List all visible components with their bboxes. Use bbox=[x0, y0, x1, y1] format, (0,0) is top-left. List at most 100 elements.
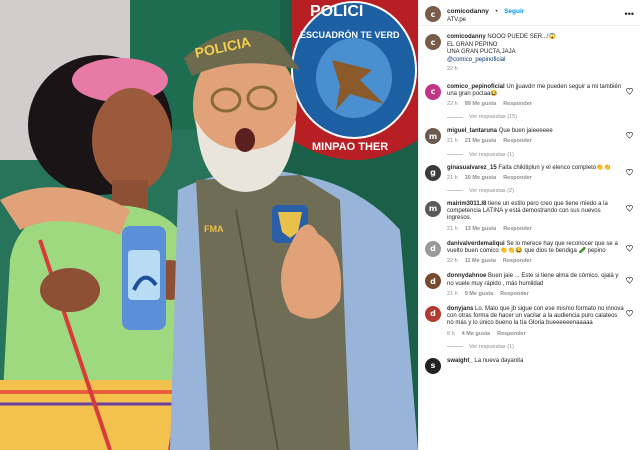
caption-line-2: EL GRAN PEPINO bbox=[447, 41, 498, 48]
comment-body: swaight_ La nueva dayanita bbox=[447, 358, 625, 374]
comment-like-count[interactable]: 13 Me gusta bbox=[465, 226, 496, 233]
replies-divider bbox=[447, 154, 463, 156]
comment-row: c comico_pepinoficial Un jjuavdrr me pued… bbox=[425, 83, 634, 109]
comment-item: m mairim3011.l8 tiene un estilo pero creo… bbox=[425, 200, 634, 233]
replies-divider bbox=[447, 116, 463, 118]
comment-meta: 8 h 4 Me gusta Responder bbox=[447, 331, 625, 338]
reply-button[interactable]: Responder bbox=[497, 331, 526, 338]
comment-avatar[interactable]: m bbox=[425, 200, 441, 217]
comment-time: 8 h bbox=[447, 330, 455, 337]
caption-line-1: NOOO PUEDE SER...!😱 bbox=[487, 34, 557, 40]
comment-like-count[interactable]: 21 Me gusta bbox=[465, 138, 496, 145]
comment-row: d donyjans Lo. Malo que jb sigue con ese … bbox=[425, 305, 634, 338]
comment-like-count[interactable]: 11 Me gusta bbox=[465, 258, 496, 265]
comment-item: c comico_pepinoficial Un jjuavdrr me pued… bbox=[425, 83, 634, 120]
comment-avatar[interactable]: d bbox=[425, 305, 441, 322]
view-replies-button[interactable]: Ver respuestas (1) bbox=[447, 344, 634, 350]
like-heart-icon[interactable] bbox=[626, 168, 633, 176]
like-heart-icon[interactable] bbox=[626, 310, 633, 317]
comment-row: g ginasualvarez_15 Faita chikitiplun y el… bbox=[425, 164, 634, 182]
author-avatar[interactable]: c bbox=[425, 6, 441, 22]
comment-row: m miguel_tantaruna Que buen jaieeeeee 21 h… bbox=[425, 128, 634, 145]
follow-button[interactable]: Seguir bbox=[504, 8, 524, 15]
view-replies-label: Ver respuestas (1) bbox=[469, 343, 514, 350]
comment-like-count[interactable]: 99 Me gusta bbox=[465, 101, 496, 108]
post-header: c comicodanny • Seguir ATV.pe ••• bbox=[419, 0, 640, 26]
crest-ring-text: ESCUADRÓN TE VERD bbox=[300, 29, 400, 40]
comment-like-count[interactable]: 30 Me gusta bbox=[465, 175, 496, 182]
replies-divider bbox=[447, 346, 463, 348]
comment-item: g ginasualvarez_15 Faita chikitiplun y el… bbox=[425, 164, 634, 194]
comment-avatar[interactable]: m bbox=[425, 128, 441, 145]
reply-button[interactable]: Responder bbox=[503, 226, 532, 233]
comment-row: s swaight_ La nueva dayanita bbox=[425, 357, 634, 374]
more-options-icon[interactable]: ••• bbox=[625, 9, 634, 19]
post-photo[interactable]: POLICI ESCUADRÓN TE VERD MINPAO THER FMA… bbox=[0, 0, 418, 450]
comment-username[interactable]: donyjans bbox=[447, 306, 473, 312]
comment-meta: 21 h 13 Me gusta Responder bbox=[447, 226, 625, 233]
reply-button[interactable]: Responder bbox=[503, 258, 532, 265]
comment-item: d donyjans Lo. Malo que jb sigue con ese … bbox=[425, 305, 634, 350]
caption-time: 22 h bbox=[447, 66, 458, 72]
comment-text: Lo. Malo que jb sigue con ese mismo form… bbox=[447, 305, 624, 327]
comment-meta: 22 h 99 Me gusta Responder bbox=[447, 101, 625, 108]
comment-row: m mairim3011.l8 tiene un estilo pero creo… bbox=[425, 200, 634, 233]
comment-item: s swaight_ La nueva dayanita bbox=[425, 357, 634, 374]
like-heart-icon[interactable] bbox=[626, 277, 633, 284]
view-replies-label: Ver respuestas (1) bbox=[469, 151, 514, 158]
caption-mention[interactable]: @comico_pepinoficial bbox=[447, 57, 505, 63]
vest-badge-text: FMA bbox=[204, 224, 224, 234]
like-heart-icon[interactable] bbox=[626, 87, 633, 95]
like-heart-icon[interactable] bbox=[626, 205, 633, 212]
post-caption: c comicodanny NOOO PUEDE SER...!😱 EL GRA… bbox=[425, 34, 634, 74]
comment-time: 21 h bbox=[447, 225, 458, 232]
left-person bbox=[0, 55, 200, 450]
comment-username[interactable]: danivalverdemaliqui bbox=[447, 241, 505, 247]
separator-dot: • bbox=[495, 7, 498, 15]
comment-time: 22 h bbox=[447, 100, 458, 107]
like-heart-icon[interactable] bbox=[626, 132, 633, 139]
reply-button[interactable]: Responder bbox=[503, 175, 532, 182]
comment-row: d donnydahnoe Buen jaie ... Este si tiene… bbox=[425, 273, 634, 298]
comment-like-count[interactable]: 9 Me gusta bbox=[465, 291, 493, 298]
like-heart-icon[interactable] bbox=[626, 244, 633, 252]
comment-avatar[interactable]: c bbox=[425, 83, 441, 100]
comment-username[interactable]: miguel_tantaruna bbox=[447, 128, 497, 134]
comment-items: c comico_pepinoficial Un jjuavdrr me pued… bbox=[425, 83, 634, 374]
comment-username[interactable]: ginasualvarez_15 bbox=[447, 165, 497, 171]
reply-button[interactable]: Responder bbox=[503, 138, 532, 145]
view-replies-button[interactable]: Ver respuestas (2) bbox=[447, 188, 634, 194]
comment-avatar[interactable]: d bbox=[425, 240, 441, 257]
author-info: comicodanny • Seguir ATV.pe bbox=[447, 4, 524, 25]
comment-meta: 21 h 30 Me gusta Responder bbox=[447, 175, 625, 182]
comment-row: d danivalverdemaliqui Se lo merece hay qu… bbox=[425, 240, 634, 266]
view-replies-label: Ver respuestas (15) bbox=[469, 114, 517, 121]
caption-username[interactable]: comicodanny bbox=[447, 34, 486, 40]
comment-meta: 21 h 21 Me gusta Responder bbox=[447, 138, 625, 145]
comments-panel: c comicodanny • Seguir ATV.pe ••• c comi… bbox=[418, 0, 640, 450]
reply-button[interactable]: Responder bbox=[500, 291, 529, 298]
comment-like-count[interactable]: 4 Me gusta bbox=[462, 331, 490, 338]
comment-username[interactable]: comico_pepinoficial bbox=[447, 84, 505, 90]
comment-list[interactable]: c comicodanny NOOO PUEDE SER...!😱 EL GRA… bbox=[419, 26, 640, 374]
comment-avatar[interactable]: d bbox=[425, 273, 441, 290]
comment-body: mairim3011.l8 tiene un estilo pero creo … bbox=[447, 201, 625, 233]
comment-avatar[interactable]: s bbox=[425, 357, 441, 374]
comment-text: Que buen jaieeeeee bbox=[498, 128, 553, 135]
view-replies-button[interactable]: Ver respuestas (15) bbox=[447, 114, 634, 120]
comment-username[interactable]: mairim3011.l8 bbox=[447, 201, 486, 207]
comment-text: Faita chikitiplun y el elenco completo👏👏 bbox=[498, 164, 612, 171]
comment-avatar[interactable]: g bbox=[425, 164, 441, 181]
police-crest: POLICI ESCUADRÓN TE VERD MINPAO THER bbox=[291, 0, 418, 160]
comment-username[interactable]: donnydahnoe bbox=[447, 273, 486, 279]
comment-item: d donnydahnoe Buen jaie ... Este si tiene… bbox=[425, 273, 634, 298]
view-replies-button[interactable]: Ver respuestas (1) bbox=[447, 152, 634, 158]
comment-body: donyjans Lo. Malo que jb sigue con ese m… bbox=[447, 306, 625, 338]
comment-username[interactable]: swaight_ bbox=[447, 358, 473, 364]
reply-button[interactable]: Responder bbox=[503, 101, 532, 108]
post-location[interactable]: ATV.pe bbox=[447, 16, 524, 25]
caption-avatar[interactable]: c bbox=[425, 34, 441, 50]
author-username[interactable]: comicodanny bbox=[447, 8, 489, 15]
post-image: POLICI ESCUADRÓN TE VERD MINPAO THER FMA… bbox=[0, 0, 418, 450]
comment-meta: 21 h 9 Me gusta Responder bbox=[447, 291, 625, 298]
